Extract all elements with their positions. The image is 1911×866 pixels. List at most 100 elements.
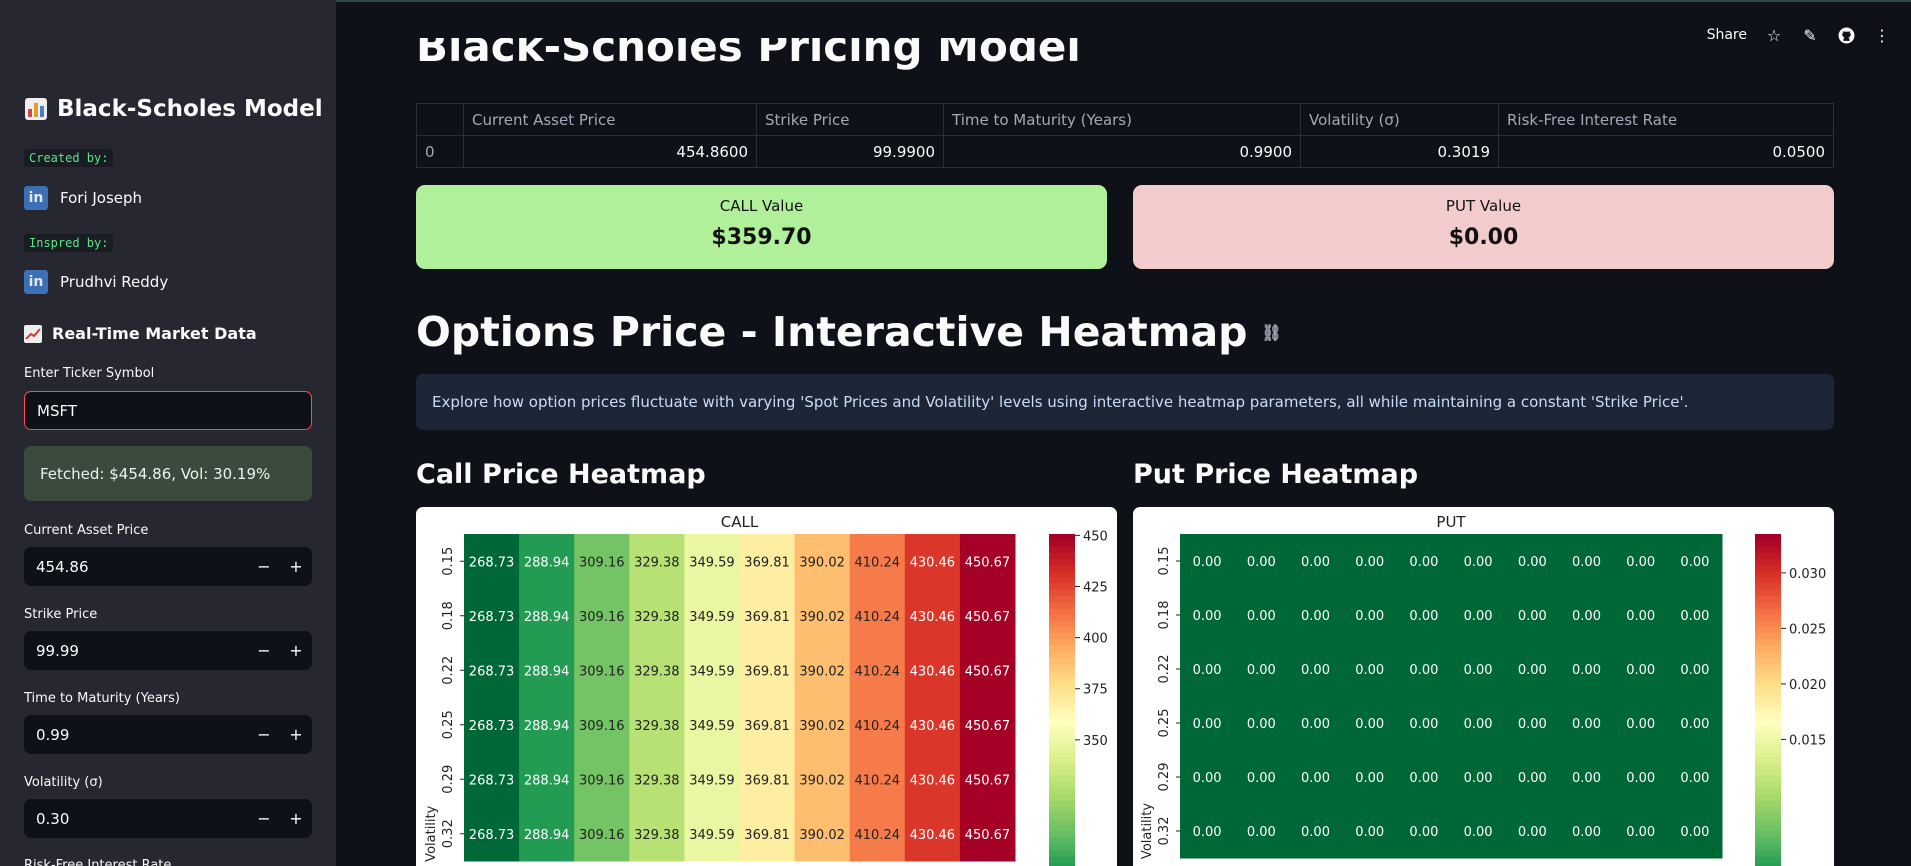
colorbar-segment xyxy=(1755,850,1781,858)
heatmap-cell-label: 0.00 xyxy=(1301,663,1330,678)
y-tick-label: 0.22 xyxy=(1157,655,1172,684)
colorbar-segment xyxy=(1049,602,1075,610)
colorbar-segment xyxy=(1755,682,1781,690)
colorbar-segment xyxy=(1049,664,1075,672)
colorbar-segment xyxy=(1755,695,1781,703)
heatmap-cell-label: 450.67 xyxy=(965,555,1011,570)
heatmap-cell-label: 268.73 xyxy=(469,828,515,843)
inspirer-link[interactable]: in Prudhvi Reddy xyxy=(24,270,168,294)
chart-increasing-icon xyxy=(24,324,42,343)
colorbar-segment xyxy=(1049,726,1075,734)
more-menu-icon[interactable]: ⋮ xyxy=(1873,26,1891,45)
heatmap-title: CALL xyxy=(721,513,759,531)
heatmap-cell-label: 268.73 xyxy=(469,719,515,734)
heatmap-cell-label: 0.00 xyxy=(1301,825,1330,840)
heatmap-cell-label: 0.00 xyxy=(1572,609,1601,624)
colorbar-tick-label: 0.020 xyxy=(1789,678,1826,693)
y-tick-label: 0.32 xyxy=(441,819,456,848)
colorbar-segment xyxy=(1755,707,1781,715)
put-heatmap-chart: PUT 0.00 0.00 0.00 0.00 0.00 0.00 0.00 0.00 0.00 0… xyxy=(1140,513,1826,866)
heatmap-cell-label: 450.67 xyxy=(965,610,1011,625)
heatmap-cell-label: 0.00 xyxy=(1464,609,1493,624)
increment-button[interactable]: + xyxy=(280,799,312,838)
increment-button[interactable]: + xyxy=(280,715,312,754)
colorbar-segment xyxy=(1049,546,1075,554)
star-icon[interactable]: ☆ xyxy=(1765,26,1783,45)
heatmap-cell-label: 0.00 xyxy=(1193,663,1222,678)
heatmap-cell-label: 0.00 xyxy=(1409,825,1438,840)
colorbar-segment xyxy=(1755,676,1781,684)
strike-price-value: 99.99 xyxy=(36,641,79,660)
colorbar-segment xyxy=(1049,819,1075,827)
anchor-link-icon[interactable]: ⛓ xyxy=(1262,323,1282,342)
increment-button[interactable]: + xyxy=(280,631,312,670)
heatmap-cell-label: 349.59 xyxy=(689,555,735,570)
colorbar-segment xyxy=(1755,558,1781,566)
heatmap-cell-label: 329.38 xyxy=(634,664,680,679)
author-link[interactable]: in Fori Joseph xyxy=(24,186,142,210)
heatmap-cell-label: 410.24 xyxy=(855,610,901,625)
heatmap-cell-label: 288.94 xyxy=(524,773,570,788)
heatmap-cell-label: 0.00 xyxy=(1301,555,1330,570)
colorbar-segment xyxy=(1755,732,1781,740)
decrement-button[interactable]: − xyxy=(248,547,280,586)
heatmap-cell-label: 0.00 xyxy=(1518,825,1547,840)
heatmap-cell-label: 450.67 xyxy=(965,719,1011,734)
increment-button[interactable]: + xyxy=(280,547,312,586)
put-heatmap: PUT 0.00 0.00 0.00 0.00 0.00 0.00 0.00 0.00 0.00 0… xyxy=(1133,507,1834,866)
heatmap-cell-label: 309.16 xyxy=(579,828,625,843)
colorbar-segment xyxy=(1049,558,1075,566)
asset-price-input[interactable]: 454.86 − + xyxy=(24,547,312,586)
colorbar-segment xyxy=(1049,800,1075,808)
table-row: 0 454.8600 99.9900 0.9900 0.3019 0.0500 xyxy=(416,135,1834,168)
decrement-button[interactable]: − xyxy=(248,715,280,754)
heatmap-cell-label: 0.00 xyxy=(1464,825,1493,840)
colorbar-segment xyxy=(1755,713,1781,721)
y-tick-label: 0.29 xyxy=(441,765,456,794)
heatmap-cell-label: 390.02 xyxy=(799,664,845,679)
ticker-input[interactable]: MSFT xyxy=(24,391,312,430)
colorbar-segment xyxy=(1049,651,1075,659)
colorbar-segment xyxy=(1049,813,1075,821)
heatmap-cell-label: 369.81 xyxy=(744,773,790,788)
heatmap-cell-label: 0.00 xyxy=(1247,771,1276,786)
github-icon[interactable] xyxy=(1837,26,1855,44)
colorbar-segment xyxy=(1755,769,1781,777)
share-button[interactable]: Share xyxy=(1707,27,1747,43)
decrement-button[interactable]: − xyxy=(248,799,280,838)
heatmap-cell-label: 430.46 xyxy=(910,664,956,679)
y-tick-label: 0.29 xyxy=(1157,763,1172,792)
heatmap-cell-label: 369.81 xyxy=(744,610,790,625)
volatility-input[interactable]: 0.30 − + xyxy=(24,799,312,838)
heatmap-cell-label: 309.16 xyxy=(579,555,625,570)
colorbar-segment xyxy=(1049,707,1075,715)
colorbar-tick-label: 375 xyxy=(1083,683,1108,698)
colorbar-segment xyxy=(1049,645,1075,653)
heatmap-cell-label: 0.00 xyxy=(1355,609,1384,624)
heatmap-cell-label: 369.81 xyxy=(744,664,790,679)
maturity-input[interactable]: 0.99 − + xyxy=(24,715,312,754)
heatmap-cell-label: 0.00 xyxy=(1409,555,1438,570)
parameters-table: Current Asset Price Strike Price Time to… xyxy=(416,103,1834,168)
strike-price-input[interactable]: 99.99 − + xyxy=(24,631,312,670)
edit-icon[interactable]: ✎ xyxy=(1801,26,1819,45)
heatmap-cell-label: 0.00 xyxy=(1193,717,1222,732)
app-toolbar: Share ☆ ✎ ⋮ xyxy=(1707,26,1891,45)
y-tick-label: 0.15 xyxy=(441,547,456,576)
colorbar-segment xyxy=(1049,782,1075,790)
colorbar-tick-label: 425 xyxy=(1083,580,1108,595)
colorbar-segment xyxy=(1049,850,1075,858)
colorbar-segment xyxy=(1049,596,1075,604)
heatmap-cell-label: 430.46 xyxy=(910,828,956,843)
colorbar-segment xyxy=(1755,856,1781,864)
colorbar-segment xyxy=(1049,639,1075,647)
heatmap-cell-label: 0.00 xyxy=(1680,609,1709,624)
heatmap-cell-label: 0.00 xyxy=(1626,825,1655,840)
decrement-button[interactable]: − xyxy=(248,631,280,670)
colorbar-tick-label: 0.015 xyxy=(1789,733,1826,748)
colorbar-segment xyxy=(1755,689,1781,697)
heatmap-cell-label: 349.59 xyxy=(689,719,735,734)
colorbar-tick-label: 350 xyxy=(1083,734,1108,749)
colorbar-segment xyxy=(1755,565,1781,573)
colorbar-segment xyxy=(1755,757,1781,765)
